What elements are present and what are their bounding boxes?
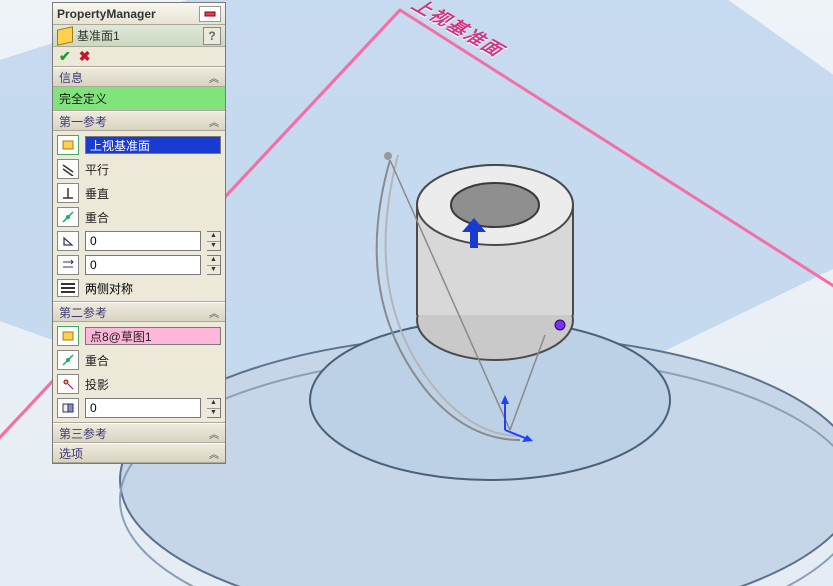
perpendicular-icon[interactable] bbox=[57, 183, 79, 203]
property-manager-panel: PropertyManager 基准面1 ? ✔ ✖ 信息 ︽ 完全定义 第一参… bbox=[52, 2, 226, 464]
chevron-up-icon: ︽ bbox=[209, 305, 219, 320]
coincident-label: 重合 bbox=[85, 209, 221, 226]
section-ref1-title: 第一参考 bbox=[59, 113, 107, 130]
pm-title: PropertyManager bbox=[57, 7, 199, 21]
section-ref3-title: 第三参考 bbox=[59, 425, 107, 442]
offset-spinner[interactable]: ▲▼ bbox=[207, 255, 221, 275]
section-ref2-title: 第二参考 bbox=[59, 304, 107, 321]
flip-icon[interactable] bbox=[57, 398, 79, 418]
ok-button[interactable]: ✔ bbox=[59, 48, 71, 65]
feature-name: 基准面1 bbox=[77, 27, 199, 44]
ref1-selection[interactable]: 上视基准面 bbox=[85, 136, 221, 154]
pin-button[interactable] bbox=[199, 6, 221, 22]
plane-feature-icon bbox=[57, 26, 73, 45]
project-label: 投影 bbox=[85, 376, 221, 393]
angle-icon[interactable] bbox=[57, 231, 79, 251]
ref2-offset-spinner[interactable]: ▲▼ bbox=[207, 398, 221, 418]
feature-name-bar: 基准面1 ? bbox=[53, 25, 225, 47]
perpendicular-label: 垂直 bbox=[85, 185, 221, 202]
parallel-icon[interactable] bbox=[57, 159, 79, 179]
section-options-header[interactable]: 选项 ︽ bbox=[53, 443, 225, 463]
angle-spinner[interactable]: ▲▼ bbox=[207, 231, 221, 251]
section-info-title: 信息 bbox=[59, 69, 83, 86]
sym-check[interactable] bbox=[57, 279, 79, 297]
angle-input[interactable]: 0 bbox=[85, 231, 201, 251]
ok-cancel-bar: ✔ ✖ bbox=[53, 47, 225, 67]
coincident-icon[interactable] bbox=[57, 207, 79, 227]
cancel-button[interactable]: ✖ bbox=[79, 48, 91, 65]
section-ref1-header[interactable]: 第一参考 ︽ bbox=[53, 111, 225, 131]
section-ref2-header[interactable]: 第二参考 ︽ bbox=[53, 302, 225, 322]
parallel-label: 平行 bbox=[85, 161, 221, 178]
section-info-header[interactable]: 信息 ︽ bbox=[53, 67, 225, 87]
face-select-icon[interactable] bbox=[57, 326, 79, 346]
chevron-up-icon: ︽ bbox=[209, 114, 219, 129]
chevron-up-icon: ︽ bbox=[209, 70, 219, 85]
pm-header: PropertyManager bbox=[53, 3, 225, 25]
offset-icon[interactable] bbox=[57, 255, 79, 275]
face-select-icon[interactable] bbox=[57, 135, 79, 155]
ref2-offset-input[interactable]: 0 bbox=[85, 398, 201, 418]
project-icon[interactable] bbox=[57, 374, 79, 394]
definition-status: 完全定义 bbox=[53, 87, 225, 111]
sym-label: 两侧对称 bbox=[85, 280, 133, 297]
chevron-up-icon: ︽ bbox=[209, 446, 219, 461]
chevron-up-icon: ︽ bbox=[209, 426, 219, 441]
section-ref3-header[interactable]: 第三参考 ︽ bbox=[53, 423, 225, 443]
section-options-title: 选项 bbox=[59, 445, 83, 462]
offset-input[interactable]: 0 bbox=[85, 255, 201, 275]
help-button[interactable]: ? bbox=[203, 27, 221, 45]
section-ref2-body: 点8@草图1 重合 投影 0 ▲▼ bbox=[53, 322, 225, 423]
coincident-icon[interactable] bbox=[57, 350, 79, 370]
ref2-selection[interactable]: 点8@草图1 bbox=[85, 327, 221, 345]
coincident-label: 重合 bbox=[85, 352, 221, 369]
section-ref1-body: 上视基准面 平行 垂直 重合 0 ▲▼ bbox=[53, 131, 225, 302]
